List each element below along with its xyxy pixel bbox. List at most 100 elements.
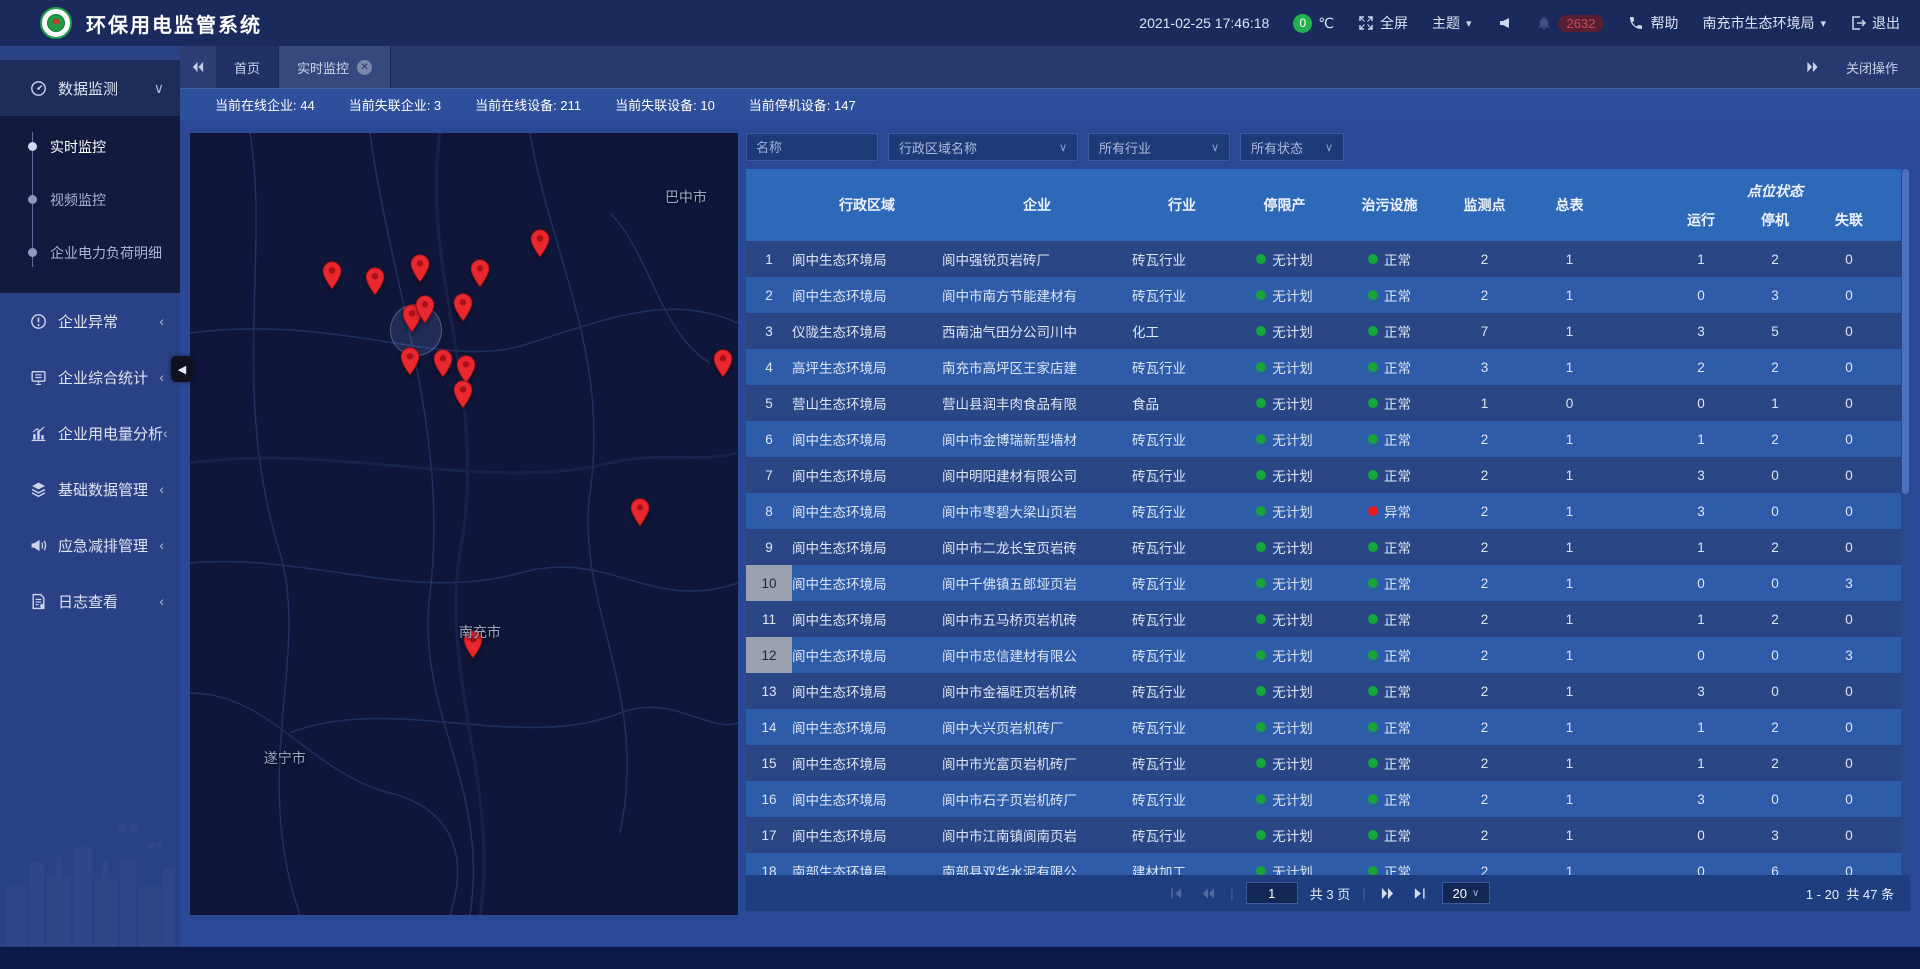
map-pin[interactable] xyxy=(452,293,473,322)
map-pin[interactable] xyxy=(713,349,734,378)
cell-run: 3 xyxy=(1664,792,1738,807)
chevron-down-icon: ∨ xyxy=(154,80,164,97)
map-container[interactable]: 巴中市南充市遂宁市 xyxy=(190,133,738,915)
status-filter-select[interactable]: 所有状态 ∨ xyxy=(1240,133,1344,161)
map-pin[interactable] xyxy=(469,259,490,288)
sidebar-group-power-analysis[interactable]: 企业用电量分析‹ xyxy=(0,405,180,461)
map-pin[interactable] xyxy=(530,229,551,258)
table-row[interactable]: 1阆中生态环境局阆中强锐页岩砖厂砖瓦行业无计划正常21120 xyxy=(746,241,1910,277)
cell-region: 阆中生态环境局 xyxy=(792,249,942,269)
table-row[interactable]: 3仪陇生态环境局西南油气田分公司川中化工无计划正常71350 xyxy=(746,313,1910,349)
first-page-button[interactable] xyxy=(1166,885,1186,901)
map-pin[interactable] xyxy=(410,254,431,283)
col-stop: 停机 xyxy=(1738,210,1812,230)
volume-button[interactable] xyxy=(1496,15,1512,31)
page-size-select[interactable]: 20 ∨ xyxy=(1442,882,1490,904)
name-filter-input[interactable] xyxy=(746,133,878,161)
app-window: 环保用电监管系统 2021-02-25 17:46:18 0 ℃ 全屏 主题 ▾ xyxy=(0,0,1920,969)
status-dot xyxy=(1368,470,1378,480)
table-row[interactable]: 18南部生态环境局南部县双华水泥有限公建材加工无计划正常21060 xyxy=(746,853,1910,875)
table-row[interactable]: 17阆中生态环境局阆中市江南镇阆南页岩砖瓦行业无计划正常21030 xyxy=(746,817,1910,853)
help-button[interactable]: 帮助 xyxy=(1628,13,1678,33)
map-pin[interactable] xyxy=(365,267,386,296)
map-pin[interactable] xyxy=(321,261,342,290)
top-header: 环保用电监管系统 2021-02-25 17:46:18 0 ℃ 全屏 主题 ▾ xyxy=(0,0,1920,46)
tab-realtime-monitor[interactable]: 实时监控 ✕ xyxy=(279,46,391,88)
region-filter-select[interactable]: 行政区域名称 ∨ xyxy=(888,133,1078,161)
sidebar-collapse-button[interactable]: ◀ xyxy=(171,356,193,382)
map-pin[interactable] xyxy=(629,498,650,527)
sidebar-item-data-monitor-1[interactable]: 视频监控 xyxy=(0,173,180,226)
table-row[interactable]: 4高坪生态环境局南充市高坪区王家店建砖瓦行业无计划正常31220 xyxy=(746,349,1910,385)
map-pin[interactable] xyxy=(433,349,454,378)
fullscreen-button[interactable]: 全屏 xyxy=(1358,13,1408,33)
table-row[interactable]: 11阆中生态环境局阆中市五马桥页岩机砖砖瓦行业无计划正常21120 xyxy=(746,601,1910,637)
table-row[interactable]: 12阆中生态环境局阆中市忠信建材有限公砖瓦行业无计划正常21003 xyxy=(746,637,1910,673)
table-row[interactable]: 13阆中生态环境局阆中市金福旺页岩机砖砖瓦行业无计划正常21300 xyxy=(746,673,1910,709)
prev-page-button[interactable] xyxy=(1198,885,1218,901)
industry-filter-select[interactable]: 所有行业 ∨ xyxy=(1088,133,1230,161)
cell-run: 1 xyxy=(1664,252,1738,267)
table-row[interactable]: 14阆中生态环境局阆中大兴页岩机砖厂砖瓦行业无计划正常21120 xyxy=(746,709,1910,745)
cell-region: 阆中生态环境局 xyxy=(792,609,942,629)
tab-scroll-left-button[interactable] xyxy=(180,46,216,88)
cell-run: 1 xyxy=(1664,720,1738,735)
close-operations-button[interactable]: 关闭操作 xyxy=(1846,58,1898,77)
cell-region: 阆中生态环境局 xyxy=(792,465,942,485)
cell-meters: 1 xyxy=(1527,864,1612,876)
cell-run: 0 xyxy=(1664,288,1738,303)
table-row[interactable]: 5营山生态环境局营山县润丰肉食品有限食品无计划正常10010 xyxy=(746,385,1910,421)
user-org-dropdown[interactable]: 南充市生态环境局 ▾ xyxy=(1702,13,1826,33)
cell-limit: 无计划 xyxy=(1232,285,1337,305)
pagination-bar: | 共 3 页 | 20 ∨ xyxy=(746,875,1910,911)
cell-meters: 1 xyxy=(1527,756,1612,771)
sidebar-group-log-view[interactable]: 日志查看‹ xyxy=(0,573,180,629)
table-row[interactable]: 2阆中生态环境局阆中市南方节能建材有砖瓦行业无计划正常21030 xyxy=(746,277,1910,313)
col-facility: 治污设施 xyxy=(1337,195,1442,215)
cell-meters: 1 xyxy=(1527,360,1612,375)
table-scrollbar[interactable] xyxy=(1901,169,1910,875)
tab-close-icon[interactable]: ✕ xyxy=(357,60,372,75)
double-chevron-right-icon[interactable] xyxy=(1805,61,1820,73)
sidebar-item-data-monitor-0[interactable]: 实时监控 xyxy=(0,120,180,173)
table-row[interactable]: 8阆中生态环境局阆中市枣碧大梁山页岩砖瓦行业无计划异常21300 xyxy=(746,493,1910,529)
chevron-left-icon: ‹ xyxy=(159,481,164,497)
cell-meters: 1 xyxy=(1527,684,1612,699)
page-input[interactable] xyxy=(1246,882,1298,904)
status-dot xyxy=(1256,434,1266,444)
table-row[interactable]: 15阆中生态环境局阆中市光富页岩机砖厂砖瓦行业无计划正常21120 xyxy=(746,745,1910,781)
status-dot xyxy=(1368,254,1378,264)
cell-industry: 砖瓦行业 xyxy=(1132,717,1232,737)
sidebar-group-emergency-reduction[interactable]: 应急减排管理‹ xyxy=(0,517,180,573)
table-row[interactable]: 6阆中生态环境局阆中市金博瑞新型墙材砖瓦行业无计划正常21120 xyxy=(746,421,1910,457)
map-pin[interactable] xyxy=(452,380,473,409)
table-row[interactable]: 16阆中生态环境局阆中市石子页岩机砖厂砖瓦行业无计划正常21300 xyxy=(746,781,1910,817)
status-dot xyxy=(1256,578,1266,588)
theme-dropdown[interactable]: 主题 ▾ xyxy=(1432,13,1472,33)
cell-company: 阆中千佛镇五郎垭页岩 xyxy=(942,573,1132,593)
next-page-button[interactable] xyxy=(1378,885,1398,901)
cell-stop: 3 xyxy=(1738,828,1812,843)
sidebar-item-data-monitor-2[interactable]: 企业电力负荷明细 xyxy=(0,226,180,279)
map-pin[interactable] xyxy=(399,347,420,376)
table-row[interactable]: 9阆中生态环境局阆中市二龙长宝页岩砖砖瓦行业无计划正常21120 xyxy=(746,529,1910,565)
logout-button[interactable]: 退出 xyxy=(1850,13,1900,33)
col-lost: 失联 xyxy=(1812,210,1886,230)
last-page-button[interactable] xyxy=(1410,885,1430,901)
map-pin[interactable] xyxy=(415,295,436,324)
cell-meters: 1 xyxy=(1527,576,1612,591)
sidebar-group-data-monitor[interactable]: 数据监测∨ xyxy=(0,60,180,116)
cell-run: 3 xyxy=(1664,504,1738,519)
tab-home[interactable]: 首页 xyxy=(216,46,279,88)
table-row[interactable]: 10阆中生态环境局阆中千佛镇五郎垭页岩砖瓦行业无计划正常21003 xyxy=(746,565,1910,601)
cell-company: 南部县双华水泥有限公 xyxy=(942,861,1132,875)
cell-stop: 2 xyxy=(1738,612,1812,627)
sidebar-group-enterprise-statistics[interactable]: 企业综合统计‹ xyxy=(0,349,180,405)
notifications[interactable]: 2632 xyxy=(1536,15,1605,32)
table-row[interactable]: 7阆中生态环境局阆中明阳建材有限公司砖瓦行业无计划正常21300 xyxy=(746,457,1910,493)
map-pins-layer: 巴中市南充市遂宁市 xyxy=(190,133,738,915)
sidebar-group-enterprise-abnormal[interactable]: 企业异常‹ xyxy=(0,293,180,349)
cell-facility: 正常 xyxy=(1337,429,1442,449)
cell-limit: 无计划 xyxy=(1232,861,1337,875)
sidebar-group-base-data[interactable]: 基础数据管理‹ xyxy=(0,461,180,517)
